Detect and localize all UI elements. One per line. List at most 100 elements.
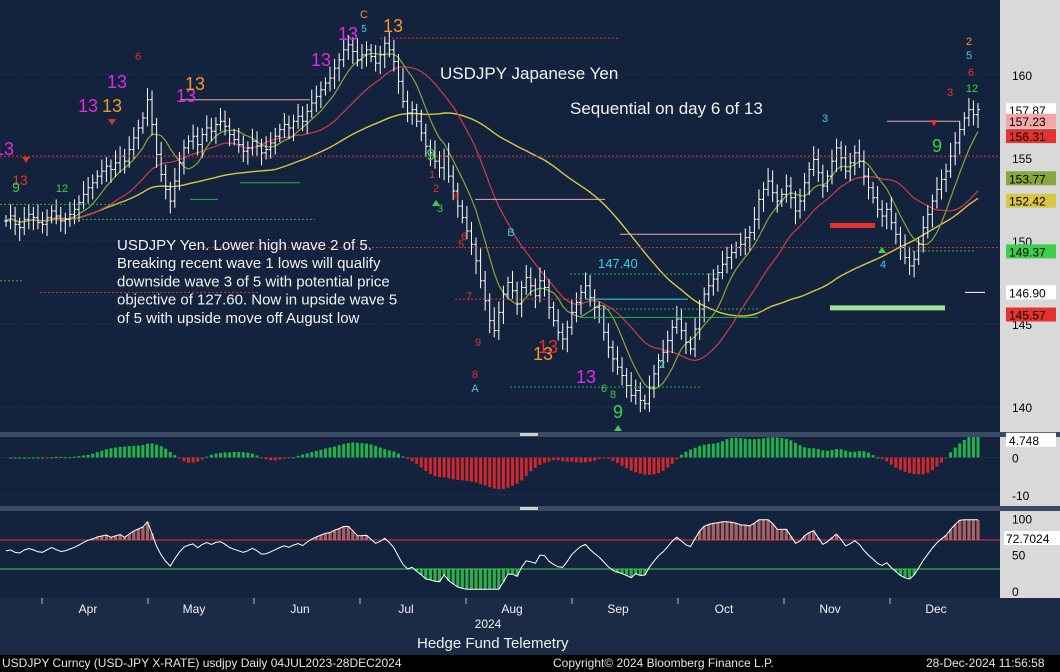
hist-bar: [264, 457, 268, 460]
hist-bar: [570, 457, 574, 462]
oscillator-panel: [0, 511, 1000, 598]
hist-bar: [223, 452, 227, 458]
hist-bar: [260, 457, 264, 459]
hist-bar: [328, 447, 332, 458]
hist-bar: [679, 454, 683, 458]
hist-bar: [355, 442, 359, 458]
histogram-panel: [0, 433, 1000, 506]
sequential-count-label: 7: [466, 291, 472, 303]
chart-title: USDJPY Japanese Yen: [440, 64, 618, 83]
hist-bar: [748, 439, 752, 458]
sequential-count-label: 2: [966, 36, 972, 48]
hist-bar: [629, 457, 633, 471]
hist-bar: [524, 457, 528, 476]
hist-bar: [383, 449, 387, 458]
x-month-label: Apr: [79, 602, 98, 616]
price-tag-label: 145.57: [1009, 309, 1046, 323]
hist-bar: [205, 456, 209, 458]
hist-bar: [456, 457, 460, 480]
hist-bar: [228, 452, 232, 458]
hist-bar: [310, 452, 314, 458]
hist-bar: [419, 457, 423, 468]
hist-bar: [835, 449, 839, 458]
x-month-label: Jun: [290, 602, 309, 616]
hist-bar: [625, 457, 629, 469]
x-month-label: Sep: [607, 602, 629, 616]
hist-bar: [739, 438, 743, 458]
hist-bar: [862, 451, 866, 458]
hist-bar: [291, 457, 295, 459]
hist-bar: [191, 457, 195, 463]
hist-bar: [442, 457, 446, 478]
sequential-count-label: 13: [185, 74, 205, 94]
hist-bar: [9, 457, 13, 459]
sequential-count-label: 4: [880, 259, 886, 271]
sequential-count-label: 9: [12, 179, 20, 195]
hist-bar: [497, 457, 501, 490]
hist-bar: [866, 452, 870, 458]
hist-bar: [415, 457, 419, 464]
hist-bar: [109, 448, 113, 458]
hist-bar: [593, 457, 597, 461]
hist-bar: [775, 437, 779, 458]
hist-bar: [428, 457, 432, 475]
sequential-count-label: 13: [576, 367, 596, 387]
hist-bar: [798, 445, 802, 458]
hist-bar: [698, 446, 702, 458]
hist-bar: [511, 457, 515, 486]
hist-bar: [657, 457, 661, 474]
hist-bar: [880, 457, 884, 460]
hist-bar: [351, 442, 355, 458]
hist-bar: [584, 457, 588, 463]
hist-bar: [848, 451, 852, 458]
hist-bar: [141, 445, 145, 458]
sequential-count-label: 6: [461, 231, 467, 243]
hist-bar: [771, 437, 775, 458]
hist-bar: [565, 457, 569, 462]
annotation-line: downside wave 3 of 5 with potential pric…: [117, 273, 390, 290]
hist-bar: [41, 457, 45, 459]
hist-bar: [579, 457, 583, 463]
hist-bar: [255, 455, 259, 458]
hist-bar: [561, 457, 565, 462]
hist-bar: [278, 457, 282, 460]
hist-bar: [136, 445, 140, 458]
hist-bar: [939, 457, 943, 463]
annotation-line: Breaking recent wave 1 lows will qualify: [117, 255, 381, 272]
hist-bar: [903, 457, 907, 472]
price-tick-label: 160: [1012, 69, 1032, 83]
hist-bar: [885, 457, 889, 462]
sequential-count-label: 4: [453, 191, 459, 203]
hist-bar: [200, 457, 204, 460]
hist-bar: [323, 448, 327, 458]
hist-bar: [86, 454, 90, 458]
hist-bar: [483, 457, 487, 486]
price-tick-label: 140: [1012, 401, 1032, 415]
hist-bar: [36, 457, 40, 459]
hist-bar: [177, 457, 181, 459]
hist-bar: [18, 457, 22, 459]
hist-bar: [337, 445, 341, 458]
sequential-count-label: 3: [947, 87, 953, 99]
hist-bar: [365, 443, 369, 458]
hist-bar: [164, 448, 168, 458]
x-month-label: Dec: [925, 602, 946, 616]
chart-subtitle: Sequential on day 6 of 13: [570, 99, 763, 118]
hist-bar: [716, 442, 720, 458]
hist-bar: [492, 457, 496, 489]
hist-bar: [424, 457, 428, 472]
hist-bar: [31, 457, 35, 459]
hist-bar: [752, 439, 756, 458]
sequential-count-label: 5: [361, 24, 367, 35]
hist-bar: [488, 457, 492, 488]
hist-bar: [273, 457, 277, 461]
hist-bar: [812, 448, 816, 458]
hist-bar: [104, 449, 108, 458]
hist-bar: [127, 446, 131, 458]
price-tag-label: 156.31: [1009, 130, 1046, 144]
hist-bar: [301, 454, 305, 458]
hist-bar: [789, 440, 793, 458]
sequential-count-label: 13: [102, 96, 122, 116]
hist-bar: [606, 457, 610, 459]
hist-bar: [803, 447, 807, 458]
